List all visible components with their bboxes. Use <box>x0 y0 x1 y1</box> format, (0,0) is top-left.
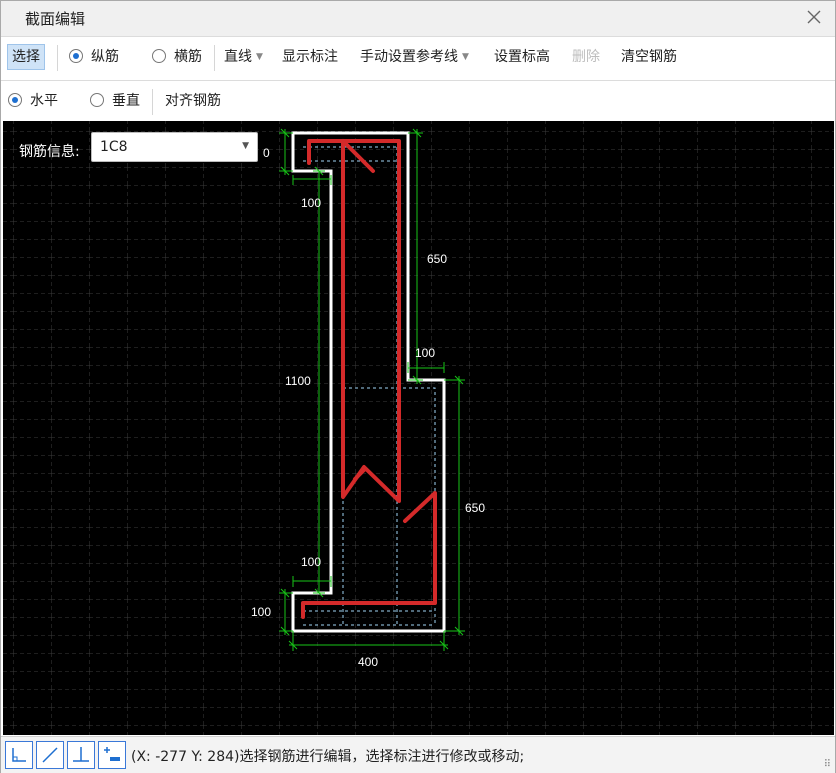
add-segment-icon <box>104 747 120 761</box>
toolbar-separator <box>57 45 58 71</box>
corner-icon <box>12 748 26 762</box>
chevron-down-icon: ▼ <box>462 52 469 62</box>
transverse-label[interactable]: 横筋 <box>174 45 202 69</box>
chevron-down-icon: ▼ <box>242 141 249 151</box>
title-bar: 截面编辑 <box>1 1 835 37</box>
toolbar-main: 选择 纵筋 横筋 直线 ▼ 显示标注 手动设置参考线 ▼ 设置标高 删除 清空钢筋 <box>1 37 835 81</box>
transverse-radio[interactable] <box>152 49 166 63</box>
close-icon[interactable] <box>803 6 825 28</box>
grid-background <box>3 121 834 735</box>
perpendicular-snap-button[interactable] <box>67 741 95 769</box>
select-button[interactable]: 选择 <box>7 44 45 70</box>
drawing-canvas[interactable]: 0 100 650 100 1100 650 100 100 400 钢筋信息:… <box>3 121 834 735</box>
horizontal-radio[interactable] <box>8 93 22 107</box>
resize-grip-icon[interactable]: ⠿ <box>824 759 831 770</box>
section-edit-dialog: 截面编辑 选择 纵筋 横筋 直线 ▼ 显示标注 手动设置参考线 ▼ 设置标高 删除 … <box>0 0 836 773</box>
vertical-radio[interactable] <box>90 93 104 107</box>
set-elevation-button[interactable]: 设置标高 <box>494 45 550 69</box>
rebar-info-dropdown[interactable]: 1C8 ▼ <box>91 132 258 162</box>
add-point-button[interactable] <box>98 741 126 769</box>
dim-label-total-width[interactable]: 400 <box>358 655 378 669</box>
toolbar-separator <box>214 45 215 71</box>
orthogonal-snap-button[interactable] <box>5 741 33 769</box>
dim-label-step[interactable]: 100 <box>415 346 435 360</box>
toolbar-separator <box>152 89 153 115</box>
dim-label-bottom-step[interactable]: 100 <box>301 555 321 569</box>
perpendicular-icon <box>73 747 89 762</box>
clear-rebar-button[interactable]: 清空钢筋 <box>621 45 677 69</box>
line-mode-label: 直线 <box>224 49 252 65</box>
manual-ref-label: 手动设置参考线 <box>360 49 458 65</box>
dim-label-top-partial[interactable]: 0 <box>263 146 270 160</box>
toolbar-secondary: 水平 垂直 对齐钢筋 <box>1 81 835 119</box>
align-rebar-button[interactable]: 对齐钢筋 <box>165 89 221 113</box>
window-title: 截面编辑 <box>25 10 86 28</box>
longitudinal-radio[interactable] <box>69 49 83 63</box>
vertical-label[interactable]: 垂直 <box>112 89 140 113</box>
show-dims-button[interactable]: 显示标注 <box>282 45 338 69</box>
horizontal-label[interactable]: 水平 <box>30 89 58 113</box>
section-drawing[interactable]: 0 100 650 100 1100 650 100 100 400 <box>3 121 834 735</box>
rebar-info-value: 1C8 <box>100 139 128 155</box>
status-bar: (X: -277 Y: 284)选择钢筋进行编辑，选择标注进行修改或移动; ⠿ <box>1 736 835 773</box>
delete-button[interactable]: 删除 <box>572 45 600 69</box>
dim-label-bottom-flange[interactable]: 100 <box>251 605 271 619</box>
status-message: (X: -277 Y: 284)选择钢筋进行编辑，选择标注进行修改或移动; <box>131 749 525 765</box>
angle-snap-button[interactable] <box>36 741 64 769</box>
longitudinal-label[interactable]: 纵筋 <box>91 45 119 69</box>
dim-label-upper-right[interactable]: 650 <box>427 252 447 266</box>
diagonal-line-icon <box>42 747 58 763</box>
line-mode-dropdown[interactable]: 直线 ▼ <box>224 45 263 69</box>
rebar-info-label: 钢筋信息: <box>19 144 80 160</box>
chevron-down-icon: ▼ <box>256 52 263 62</box>
manual-ref-dropdown[interactable]: 手动设置参考线 ▼ <box>360 45 469 69</box>
dim-label-left-height[interactable]: 1100 <box>285 374 311 388</box>
dim-label-lower-right[interactable]: 650 <box>465 501 485 515</box>
dim-label-top-flange[interactable]: 100 <box>301 196 321 210</box>
